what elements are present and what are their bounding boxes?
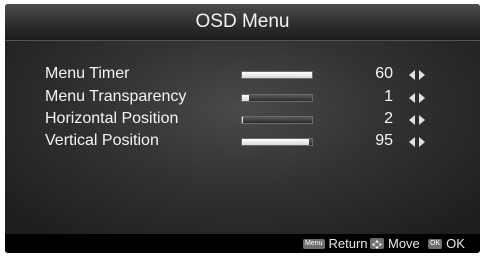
level-bar xyxy=(241,116,313,124)
menu-item-horizontal-position[interactable]: Horizontal Position 2 xyxy=(45,109,465,131)
return-label: Return xyxy=(328,236,368,251)
left-right-arrows-icon[interactable] xyxy=(409,114,425,126)
level-bar xyxy=(241,94,313,102)
menu-item-label: Menu Timer xyxy=(45,65,130,82)
return-hint[interactable]: Menu Return xyxy=(303,236,368,251)
level-bar xyxy=(241,71,313,79)
menu-item-label: Horizontal Position xyxy=(45,110,179,127)
menu-item-value: 95 xyxy=(375,132,393,149)
osd-footer: Menu Return Move OK OK xyxy=(5,234,480,253)
ok-key-icon: OK xyxy=(428,238,443,249)
menu-item-value: 60 xyxy=(375,65,393,82)
menu-item-label: Vertical Position xyxy=(45,132,159,149)
menu-item-label: Menu Transparency xyxy=(45,88,187,105)
menu-item-value: 2 xyxy=(384,110,393,127)
ok-hint[interactable]: OK OK xyxy=(428,236,465,251)
direction-pad-icon xyxy=(370,238,384,249)
left-right-arrows-icon[interactable] xyxy=(409,69,425,81)
left-right-arrows-icon[interactable] xyxy=(409,136,425,148)
menu-item-menu-timer[interactable]: Menu Timer 60 xyxy=(45,64,465,86)
osd-title: OSD Menu xyxy=(5,4,480,41)
left-right-arrows-icon[interactable] xyxy=(409,92,425,104)
move-label: Move xyxy=(388,236,420,251)
menu-item-value: 1 xyxy=(384,88,393,105)
menu-item-menu-transparency[interactable]: Menu Transparency 1 xyxy=(45,87,465,109)
osd-menu-panel: Menu Timer 60 Menu Transparency 1 Horizo… xyxy=(5,41,480,234)
osd-window: OSD Menu Menu Timer 60 Menu Transparency… xyxy=(5,4,480,253)
level-bar xyxy=(241,138,313,146)
move-hint[interactable]: Move xyxy=(370,236,420,251)
menu-item-vertical-position[interactable]: Vertical Position 95 xyxy=(45,131,465,153)
ok-label: OK xyxy=(446,236,465,251)
menu-key-icon: Menu xyxy=(303,238,325,249)
